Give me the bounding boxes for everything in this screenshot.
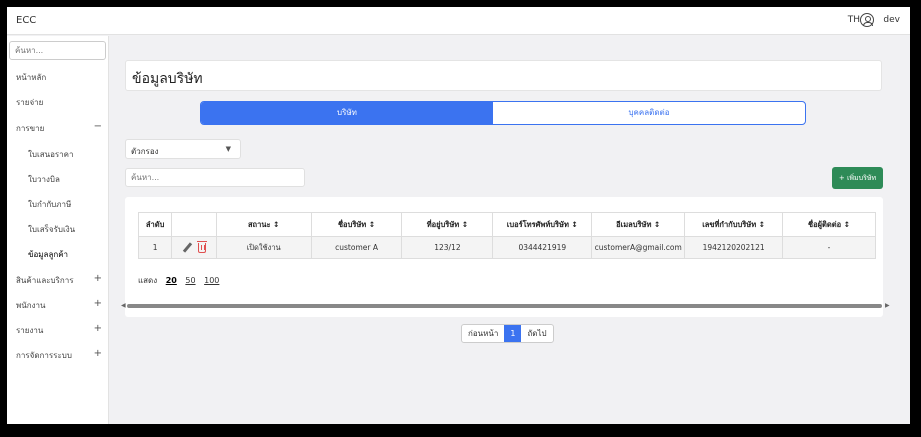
sidebar-sub-billing[interactable]: ใบวางบิล: [28, 173, 60, 186]
language-switch[interactable]: TH: [848, 15, 860, 25]
cell-name: customer A: [310, 236, 403, 259]
search-input[interactable]: [125, 168, 305, 187]
page-size-option-50[interactable]: 50: [185, 276, 195, 285]
top-bar: ECC TH dev: [7, 7, 910, 35]
company-table: ลำดับ สถานะ ↕ ชื่อบริษัท ↕ ที่อยู่บริษัท…: [137, 212, 876, 259]
sidebar-sub-receipt[interactable]: ใบเสร็จรับเงิน: [28, 223, 75, 236]
cell-email: customerA@gmail.com: [591, 236, 686, 259]
add-company-button[interactable]: + เพิ่มบริษัท: [832, 167, 883, 189]
caret-down-icon: ▼: [225, 145, 231, 153]
expand-icon[interactable]: +: [94, 298, 102, 309]
filter-label: ตัวกรอง: [131, 147, 159, 156]
column-header-contact[interactable]: ชื่อผู้ติดต่อ ↕: [782, 212, 876, 237]
cell-tax-id: 1942120202121: [684, 236, 784, 259]
pagination-page-button[interactable]: 1: [504, 325, 522, 342]
pencil-icon[interactable]: [182, 243, 192, 253]
cell-no: 1: [137, 236, 173, 259]
column-header-address[interactable]: ที่อยู่บริษัท ↕: [401, 212, 494, 237]
cell-address: 123/12: [401, 236, 494, 259]
column-header-status[interactable]: สถานะ ↕: [215, 212, 312, 237]
sidebar: หน้าหลัก รายจ่าย การขาย − ใบเสนอราคา ใบวา…: [7, 36, 109, 424]
sidebar-item-label: การขาย: [16, 124, 45, 133]
column-header-tax-id[interactable]: เลขที่กำกับบริษัท ↕: [684, 212, 784, 237]
cell-actions: [171, 236, 217, 259]
sidebar-item-reports[interactable]: รายงาน +: [16, 323, 102, 337]
pagination-next-button[interactable]: ถัดไป: [521, 325, 552, 342]
expand-icon[interactable]: +: [94, 348, 102, 359]
sidebar-item-employees[interactable]: พนักงาน +: [16, 298, 102, 312]
sidebar-item-sales[interactable]: การขาย −: [16, 121, 102, 135]
expand-icon[interactable]: +: [94, 273, 102, 284]
sidebar-item-products[interactable]: สินค้าและบริการ +: [16, 273, 102, 287]
sidebar-item-label: รายจ่าย: [16, 98, 44, 107]
pagination-prev-button[interactable]: ก่อนหน้า: [462, 325, 504, 342]
sidebar-item-system[interactable]: การจัดการระบบ +: [16, 348, 102, 362]
table-row: 1 เปิดใช้งาน customer A 123/12 034442191…: [137, 236, 876, 259]
filter-dropdown[interactable]: ตัวกรอง ▼: [125, 139, 241, 159]
expand-icon[interactable]: +: [94, 323, 102, 334]
column-header-email[interactable]: อีเมลบริษัท ↕: [591, 212, 686, 237]
page-size-selector: แสดง 20 50 100: [138, 274, 219, 287]
table-card: ลำดับ สถานะ ↕ ชื่อบริษัท ↕ ที่อยู่บริษัท…: [125, 197, 883, 317]
tab-contacts[interactable]: บุคคลติดต่อ: [493, 102, 805, 124]
scroll-right-arrow-icon[interactable]: ▶: [885, 302, 890, 309]
sidebar-item-label: รายงาน: [16, 326, 44, 335]
horizontal-scrollbar[interactable]: [127, 304, 882, 308]
scroll-left-arrow-icon[interactable]: ◀: [121, 302, 126, 309]
cell-status: เปิดใช้งาน: [215, 236, 312, 259]
tab-bar: บริษัท บุคคลติดต่อ: [200, 101, 806, 125]
column-header-phone[interactable]: เบอร์โทรศัพท์บริษัท ↕: [492, 212, 593, 237]
app-title: ECC: [16, 15, 37, 26]
user-icon[interactable]: [860, 13, 874, 27]
sidebar-sub-quotation[interactable]: ใบเสนอราคา: [28, 148, 74, 161]
table-header-row: ลำดับ สถานะ ↕ ชื่อบริษัท ↕ ที่อยู่บริษัท…: [137, 212, 876, 237]
column-header-actions: [171, 212, 217, 237]
app-window: ECC TH dev หน้าหลัก รายจ่าย การขาย − ใบเส…: [7, 7, 910, 424]
page-size-option-20[interactable]: 20: [166, 276, 177, 285]
column-header-no: ลำดับ: [137, 212, 173, 237]
trash-icon[interactable]: [197, 240, 208, 253]
sidebar-item-label: สินค้าและบริการ: [16, 276, 74, 285]
pagination: ก่อนหน้า 1 ถัดไป: [461, 324, 554, 343]
page-size-option-100[interactable]: 100: [204, 276, 219, 285]
sidebar-item-label: หน้าหลัก: [16, 73, 47, 82]
sidebar-item-label: พนักงาน: [16, 301, 46, 310]
tab-company[interactable]: บริษัท: [201, 102, 493, 124]
cell-phone: 0344421919: [492, 236, 593, 259]
main-content: ข้อมูลบริษัท บริษัท บุคคลติดต่อ ตัวกรอง …: [110, 36, 910, 424]
sidebar-item-home[interactable]: หน้าหลัก: [16, 71, 102, 84]
cell-contact: -: [782, 236, 876, 259]
sidebar-item-label: การจัดการระบบ: [16, 351, 72, 360]
column-header-name[interactable]: ชื่อบริษัท ↕: [310, 212, 403, 237]
sidebar-sub-customer-data[interactable]: ข้อมูลลูกค้า: [28, 248, 68, 261]
sidebar-sub-tax-invoice[interactable]: ใบกำกับภาษี: [28, 198, 71, 211]
page-header: ข้อมูลบริษัท: [125, 60, 882, 91]
sidebar-search-input[interactable]: [9, 41, 106, 60]
page-size-label: แสดง: [138, 276, 158, 285]
username[interactable]: dev: [883, 15, 900, 25]
collapse-icon[interactable]: −: [94, 121, 102, 132]
sidebar-item-expenses[interactable]: รายจ่าย: [16, 96, 102, 109]
page-title: ข้อมูลบริษัท: [132, 71, 203, 87]
